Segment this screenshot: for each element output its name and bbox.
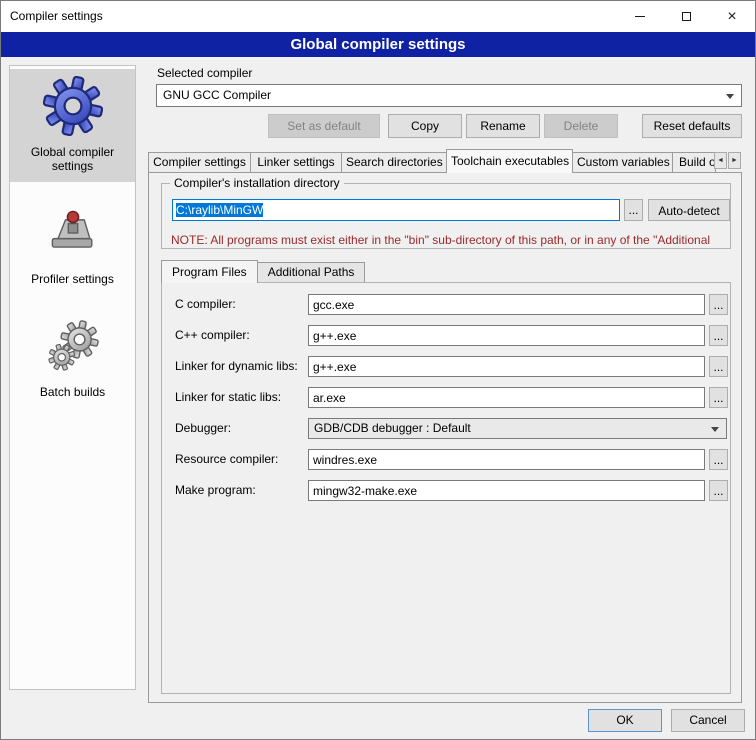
tab-scroll-left-icon[interactable]: ◄ [714,152,727,169]
minimize-button[interactable] [617,1,663,32]
debugger-dropdown[interactable]: GDB/CDB debugger : Default [308,418,727,439]
set-as-default-button[interactable]: Set as default [268,114,380,138]
make-program-input[interactable] [308,480,705,501]
field-label: Debugger: [175,418,231,439]
field-label: Linker for static libs: [175,387,281,408]
rename-button[interactable]: Rename [466,114,540,138]
sidebar-item-global-compiler-settings[interactable]: Global compiler settings [10,69,135,182]
selected-compiler-dropdown[interactable]: GNU GCC Compiler [156,84,742,107]
browse-button[interactable]: ... [709,356,728,377]
static-linker-input[interactable] [308,387,705,408]
maximize-icon [682,12,691,21]
dynamic-linker-row: Linker for dynamic libs: ... [162,356,730,377]
field-label: Make program: [175,480,256,501]
sidebar-item-label: Global compiler settings [12,145,133,173]
window-controls: × [617,1,755,32]
cpp-compiler-input[interactable] [308,325,705,346]
sidebar-item-label: Batch builds [12,385,133,399]
browse-button[interactable]: ... [709,449,728,470]
cpp-compiler-row: C++ compiler: ... [162,325,730,346]
installation-directory-input[interactable]: C:\raylib\MinGW [172,199,620,221]
tab-custom-variables[interactable]: Custom variables [572,152,673,172]
cancel-button[interactable]: Cancel [671,709,745,732]
chevron-down-icon [726,94,734,99]
tab-compiler-settings[interactable]: Compiler settings [148,152,251,172]
chevron-down-icon [711,427,719,432]
copy-button[interactable]: Copy [388,114,462,138]
field-label: Linker for dynamic libs: [175,356,298,377]
field-label: C compiler: [175,294,236,315]
page-title: Global compiler settings [1,32,755,57]
window-title: Compiler settings [10,9,103,23]
selected-compiler-value: GNU GCC Compiler [163,88,271,102]
resource-compiler-input[interactable] [308,449,705,470]
installation-directory-group-title: Compiler's installation directory [170,176,344,190]
compiler-actions: Set as default Copy Rename Delete Reset … [156,114,742,138]
maximize-button[interactable] [663,1,709,32]
browse-button[interactable]: ... [709,387,728,408]
profiler-tool-icon [12,201,133,265]
selected-text: C:\raylib\MinGW [176,203,263,217]
tab-toolchain-executables[interactable]: Toolchain executables [446,149,573,173]
sidebar-item-label: Profiler settings [12,272,133,286]
browse-button[interactable]: ... [709,480,728,501]
browse-directory-button[interactable]: ... [624,199,643,221]
tab-build-options[interactable]: Build options [672,152,716,172]
subtab-program-files[interactable]: Program Files [161,260,258,283]
gray-gears-icon [12,314,133,378]
tab-scroll-controls: ◄ ► [714,152,741,169]
field-label: Resource compiler: [175,449,278,470]
reset-defaults-button[interactable]: Reset defaults [642,114,742,138]
close-button[interactable]: × [709,1,755,32]
browse-button[interactable]: ... [709,325,728,346]
delete-button[interactable]: Delete [544,114,618,138]
subtab-additional-paths[interactable]: Additional Paths [257,262,366,282]
compiler-settings-window: Compiler settings × Global compiler sett… [0,0,756,740]
c-compiler-input[interactable] [308,294,705,315]
browse-button[interactable]: ... [709,294,728,315]
close-icon: × [727,9,736,25]
bin-subdirectory-note: NOTE: All programs must exist either in … [171,233,749,247]
settings-category-sidebar: Global compiler settings Profiler settin… [9,65,136,690]
debugger-row: Debugger: GDB/CDB debugger : Default [162,418,730,439]
settings-tabstrip: Compiler settings Linker settings Search… [148,149,742,172]
titlebar: Compiler settings × [1,1,755,32]
minimize-icon [635,16,645,17]
blue-gear-icon [12,74,133,138]
program-files-page: C compiler: ... C++ compiler: ... Linker… [161,282,731,694]
auto-detect-button[interactable]: Auto-detect [648,199,730,221]
make-program-row: Make program: ... [162,480,730,501]
sidebar-item-profiler-settings[interactable]: Profiler settings [10,196,135,295]
program-paths-subtabs: Program Files Additional Paths [161,259,364,282]
dynamic-linker-input[interactable] [308,356,705,377]
debugger-value: GDB/CDB debugger : Default [314,421,471,435]
static-linker-row: Linker for static libs: ... [162,387,730,408]
tab-scroll-right-icon[interactable]: ► [728,152,741,169]
selected-compiler-label: Selected compiler [157,66,252,80]
resource-compiler-row: Resource compiler: ... [162,449,730,470]
tab-linker-settings[interactable]: Linker settings [250,152,342,172]
tab-search-directories[interactable]: Search directories [341,152,447,172]
field-label: C++ compiler: [175,325,250,346]
sidebar-item-batch-builds[interactable]: Batch builds [10,309,135,408]
toolchain-executables-page: Compiler's installation directory C:\ray… [148,172,742,703]
ok-button[interactable]: OK [588,709,662,732]
c-compiler-row: C compiler: ... [162,294,730,315]
